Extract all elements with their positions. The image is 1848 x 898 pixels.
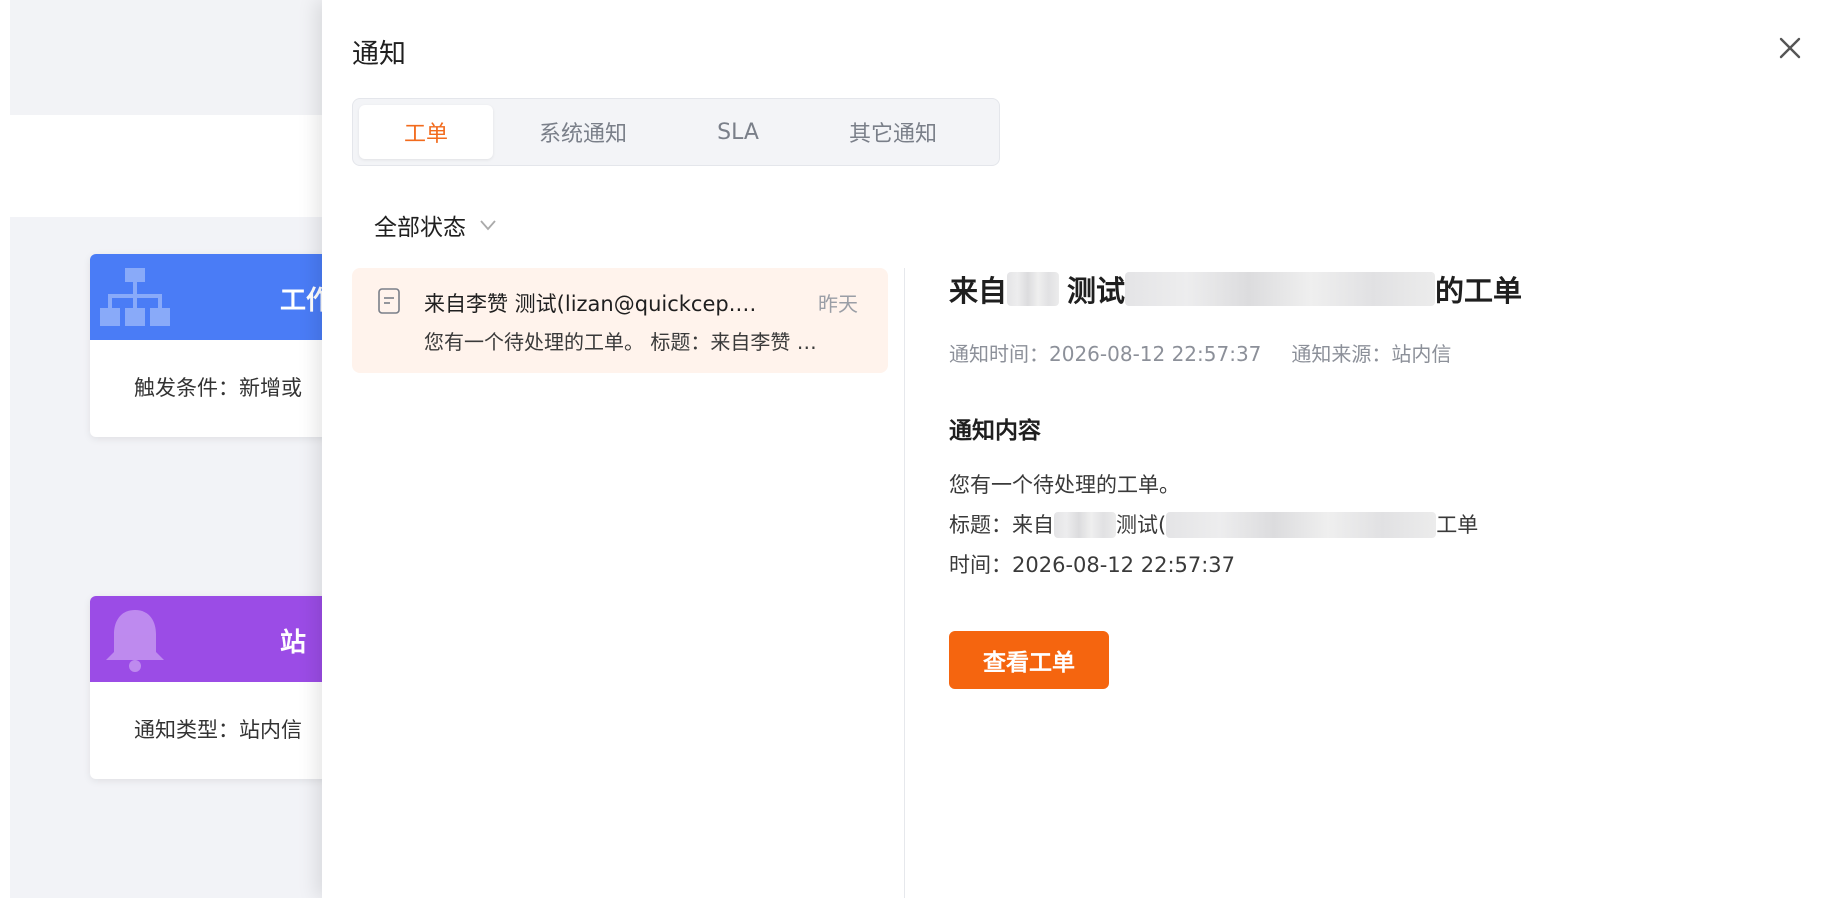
tab-other-notice[interactable]: 其它通知	[803, 105, 983, 159]
tab-ticket[interactable]: 工单	[359, 105, 493, 159]
workflow-card-header: 工作	[90, 254, 350, 340]
workflow-card-label: 触发条件：新增或	[134, 376, 302, 400]
drawer-title: 通知	[352, 39, 406, 70]
document-icon	[378, 288, 400, 314]
content-line-2: 标题：来自 测试( 工单	[949, 505, 1809, 545]
status-filter-label: 全部状态	[374, 215, 466, 241]
list-item-title: 来自李赞 测试(lizan@quickcep.com)的工单	[424, 292, 764, 316]
list-item-description: 您有一个待处理的工单。 标题：来自李赞 测试(lizan@quickcep.co…	[424, 330, 824, 354]
content-line-2-mid: 测试(	[1116, 513, 1167, 537]
detail-title-prefix: 来自	[949, 274, 1008, 308]
list-item-time: 昨天	[818, 292, 858, 316]
content-line-2-suffix: 工单	[1436, 513, 1479, 537]
close-button[interactable]	[1772, 30, 1808, 66]
content-line-1: 您有一个待处理的工单。	[949, 473, 1180, 497]
notification-drawer: 通知 工单 系统通知 SLA 其它通知 全部状态 来自李赞 测试(lizan@q…	[322, 0, 1848, 898]
content-line-3: 时间：2026-08-12 22:57:37	[949, 553, 1236, 577]
detail-title-mid: 测试	[1067, 274, 1126, 308]
notify-time: 通知时间：2026-08-12 22:57:37	[949, 342, 1262, 366]
notify-card[interactable]: 站 通知类型：站内信	[90, 596, 350, 779]
workflow-card[interactable]: 工作 触发条件：新增或	[90, 254, 350, 437]
tab-system-notice[interactable]: 系统通知	[493, 105, 673, 159]
notify-card-header: 站	[90, 596, 350, 682]
notify-card-title: 站	[280, 628, 307, 658]
detail-title: 来自 测试 的工单	[949, 268, 1809, 310]
org-chart-icon	[100, 268, 170, 326]
content-body: 您有一个待处理的工单。 标题：来自 测试( 工单 时间：2026-08-12 2…	[949, 465, 1809, 585]
status-filter-dropdown[interactable]: 全部状态	[374, 208, 498, 242]
redacted-email	[1166, 512, 1437, 538]
close-icon	[1779, 37, 1801, 59]
redacted-email	[1125, 272, 1436, 306]
background-subheader	[10, 115, 340, 217]
notify-source: 通知来源：站内信	[1291, 342, 1452, 366]
view-ticket-button[interactable]: 查看工单	[949, 631, 1109, 689]
notification-detail: 来自 测试 的工单 通知时间：2026-08-12 22:57:37 通知来源：…	[949, 268, 1809, 689]
panel-divider	[904, 268, 905, 898]
redacted-name	[1054, 512, 1116, 538]
redacted-name	[1007, 272, 1060, 306]
detail-meta: 通知时间：2026-08-12 22:57:37 通知来源：站内信	[949, 338, 1809, 367]
notification-tabs: 工单 系统通知 SLA 其它通知	[352, 98, 1000, 166]
content-line-2-prefix: 标题：来自	[949, 513, 1054, 537]
chevron-down-icon	[480, 220, 496, 231]
notify-card-label: 通知类型：站内信	[134, 718, 302, 742]
background-left-strip	[0, 0, 10, 898]
content-section-title: 通知内容	[949, 418, 1041, 444]
bell-icon	[106, 610, 164, 672]
tab-sla[interactable]: SLA	[673, 105, 803, 159]
background-header	[10, 0, 340, 115]
detail-title-suffix: 的工单	[1435, 274, 1523, 308]
notification-list-item[interactable]: 来自李赞 测试(lizan@quickcep.com)的工单 昨天 您有一个待处…	[352, 268, 888, 373]
